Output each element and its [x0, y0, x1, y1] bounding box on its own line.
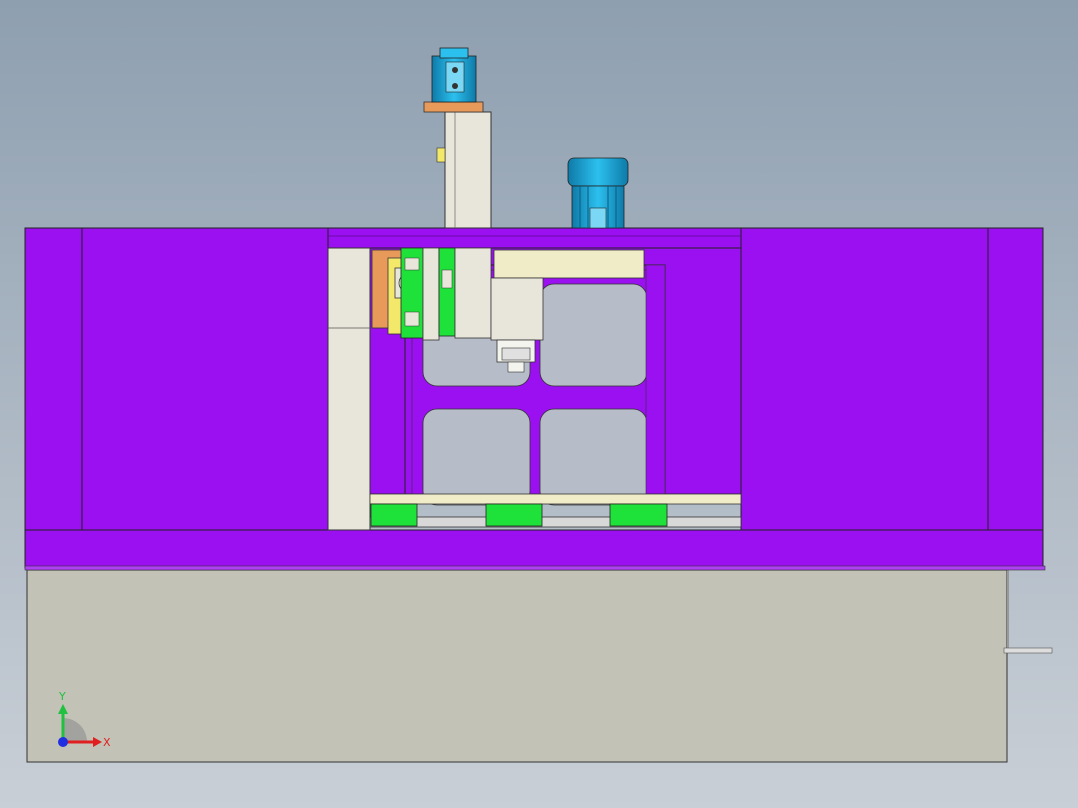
- frame-bottom-lip: [24, 565, 1046, 571]
- rail-block-3: [609, 503, 668, 527]
- frame-bottom-beam: [24, 529, 1044, 569]
- rail-block-2: [485, 503, 543, 527]
- drive-motor-right: [567, 157, 629, 229]
- frame-left-panel: [24, 227, 329, 531]
- window-bottom-left: [422, 408, 531, 506]
- cad-viewport[interactable]: Y X: [0, 0, 1078, 808]
- left-guide-column: [327, 247, 371, 531]
- axis-y-label: Y: [58, 690, 66, 703]
- servo-motor-top: [431, 47, 477, 103]
- window-top-right: [539, 283, 648, 387]
- frame-top-beam: [327, 227, 742, 249]
- window-bottom-right: [539, 408, 648, 506]
- rail-block-1: [370, 503, 418, 527]
- base-cabinet: [26, 569, 1053, 763]
- cad-model-view[interactable]: Y X: [0, 0, 1078, 808]
- vertical-slide-assembly: [371, 247, 492, 341]
- frame-right-panel: [740, 227, 1044, 531]
- axis-x-label: X: [103, 736, 111, 749]
